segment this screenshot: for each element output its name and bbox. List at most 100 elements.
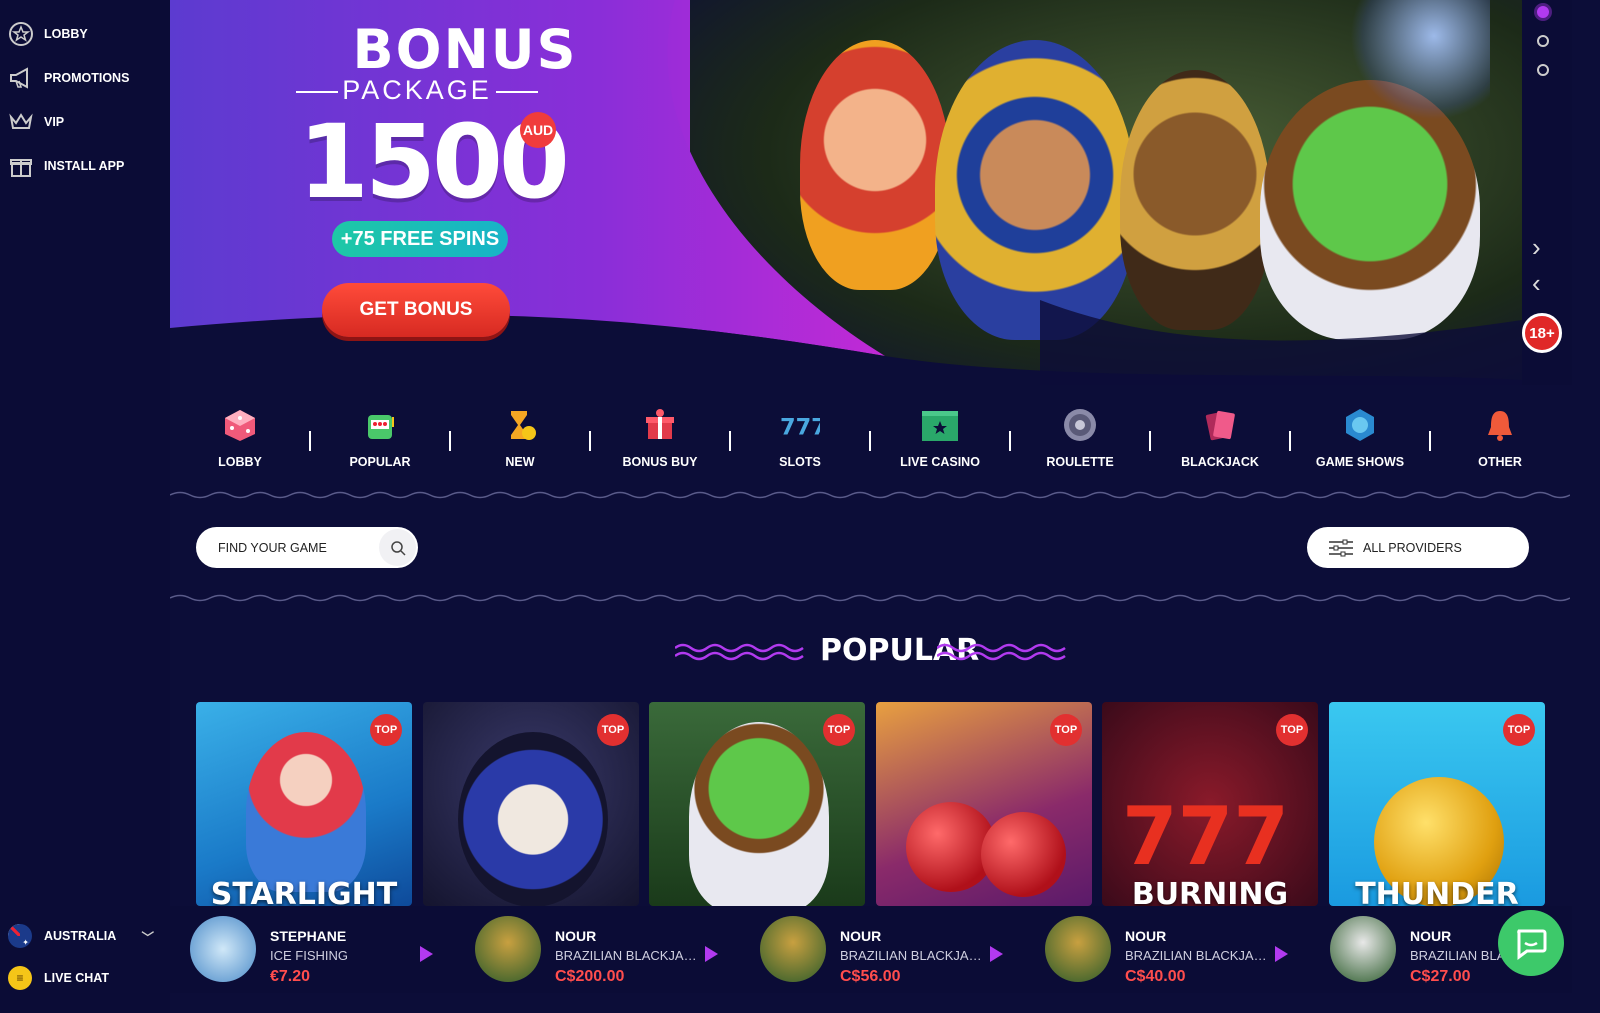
game-artwork xyxy=(689,722,829,906)
category-new[interactable]: NEW xyxy=(450,405,591,485)
winner-name: NOUR xyxy=(840,928,882,944)
live-chat-bubble[interactable] xyxy=(1498,910,1564,976)
top-badge: TOP xyxy=(823,714,855,746)
winner-game: BRAZILIAN BLACKJACK xyxy=(840,948,985,963)
game-name: BURNING xyxy=(1131,877,1289,906)
category-lobby[interactable]: LOBBY xyxy=(170,405,311,485)
game-thumbnail xyxy=(760,916,826,982)
game-thumbnail xyxy=(1045,916,1111,982)
winner-item[interactable]: NOUR BRAZILIAN BLACKJACK C$40.00 xyxy=(1025,916,1310,986)
top-badge: TOP xyxy=(1503,714,1535,746)
category-label: LOBBY xyxy=(218,455,262,469)
winner-item[interactable]: NOUR BRAZILIAN BLACKJACK C$200.00 xyxy=(455,916,740,986)
hero-subtitle: PACKAGE xyxy=(296,75,538,106)
top-badge: TOP xyxy=(370,714,402,746)
next-slide-arrow-icon[interactable]: › xyxy=(1532,232,1541,263)
cherry-right-artwork xyxy=(981,812,1066,897)
category-label: POPULAR xyxy=(349,455,411,469)
sidebar: LOBBY PROMOTIONS VIP INSTALL APP AUSTRAL… xyxy=(0,0,170,1013)
game-name: STARLIGHT xyxy=(210,877,398,906)
winner-amount: C$40.00 xyxy=(1125,968,1186,985)
game-card[interactable]: TOP THUNDER xyxy=(1329,702,1545,906)
winner-item[interactable]: STEPHANE ICE FISHING €7.20 xyxy=(170,916,455,986)
category-label: GAME SHOWS xyxy=(1315,455,1405,469)
search-icon[interactable] xyxy=(379,529,416,566)
hero-banner[interactable]: BONUS PACKAGE 1500 AUD +75 FREE SPINS GE… xyxy=(170,0,1522,385)
category-roulette[interactable]: ROULETTE xyxy=(1010,405,1151,485)
category-other[interactable]: OTHER xyxy=(1430,405,1570,485)
category-label: OTHER xyxy=(1478,455,1522,469)
gift-box-icon xyxy=(640,405,680,445)
game-card[interactable]: TOP STARLIGHT xyxy=(196,702,412,906)
game-name: THUNDER xyxy=(1355,877,1519,906)
winner-name: STEPHANE xyxy=(270,928,347,944)
category-label: ROULETTE xyxy=(1046,455,1114,469)
game-grid: TOP STARLIGHT TOP TOP TOP 777 TOP BURNIN… xyxy=(196,702,1546,906)
winner-name: NOUR xyxy=(555,928,597,944)
slide-dot-2[interactable] xyxy=(1537,35,1549,47)
sidebar-item-install-app[interactable]: INSTALL APP xyxy=(0,144,170,188)
play-icon[interactable] xyxy=(420,946,433,962)
category-live-casino[interactable]: LIVE CASINO xyxy=(870,405,1011,485)
category-bonus-buy[interactable]: BONUS BUY xyxy=(590,405,731,485)
play-icon[interactable] xyxy=(705,946,718,962)
play-icon[interactable] xyxy=(990,946,1003,962)
top-badge: TOP xyxy=(1276,714,1308,746)
winner-game: BRAZILIAN BLACKJACK xyxy=(555,948,700,963)
slot-machine-icon xyxy=(360,405,400,445)
country-selector[interactable]: AUSTRALIA ﹀ xyxy=(0,915,170,957)
dice-icon xyxy=(220,405,260,445)
category-label: BONUS BUY xyxy=(622,455,698,469)
category-slots[interactable]: 777 SLOTS xyxy=(730,405,871,485)
game-artwork xyxy=(458,732,608,906)
search-input[interactable] xyxy=(218,540,368,555)
category-label: LIVE CASINO xyxy=(900,455,980,469)
live-table-icon xyxy=(920,405,960,445)
live-chat-link[interactable]: ≡ LIVE CHAT xyxy=(0,957,170,999)
sidebar-item-label: INSTALL APP xyxy=(44,159,125,173)
all-providers-button[interactable]: ALL PROVIDERS xyxy=(1307,527,1529,568)
winner-amount: C$200.00 xyxy=(555,968,625,985)
category-popular[interactable]: POPULAR xyxy=(310,405,451,485)
game-card[interactable]: TOP xyxy=(423,702,639,906)
filter-sliders-icon xyxy=(1329,539,1353,556)
winner-amount: C$27.00 xyxy=(1410,968,1471,985)
wave-divider xyxy=(170,594,1570,602)
roulette-icon xyxy=(1060,405,1100,445)
hourglass-icon xyxy=(500,405,540,445)
gift-icon xyxy=(10,159,32,177)
sidebar-item-vip[interactable]: VIP xyxy=(0,100,170,144)
winner-amount: C$56.00 xyxy=(840,968,901,985)
sidebar-item-label: PROMOTIONS xyxy=(44,71,130,85)
wheel-icon xyxy=(1340,405,1380,445)
game-search[interactable] xyxy=(196,527,418,568)
country-label: AUSTRALIA xyxy=(44,929,117,943)
sidebar-item-promotions[interactable]: PROMOTIONS xyxy=(0,56,170,100)
crown-icon xyxy=(9,113,33,129)
get-bonus-button[interactable]: GET BONUS xyxy=(322,283,510,337)
game-thumbnail xyxy=(1330,916,1396,982)
slide-dot-1[interactable] xyxy=(1537,6,1549,18)
play-icon[interactable] xyxy=(1275,946,1288,962)
category-label: BLACKJACK xyxy=(1181,455,1259,469)
winner-name: NOUR xyxy=(1410,928,1452,944)
slide-dot-3[interactable] xyxy=(1537,64,1549,76)
top-badge: TOP xyxy=(597,714,629,746)
game-card[interactable]: 777 TOP BURNING xyxy=(1102,702,1318,906)
category-game-shows[interactable]: GAME SHOWS xyxy=(1290,405,1431,485)
sidebar-item-label: LOBBY xyxy=(44,27,88,41)
currency-badge: AUD xyxy=(520,112,556,148)
game-thumbnail xyxy=(475,916,541,982)
winner-name: NOUR xyxy=(1125,928,1167,944)
triple-seven-icon: 777 xyxy=(780,405,820,445)
prev-slide-arrow-icon[interactable]: ‹ xyxy=(1532,268,1541,299)
winner-item[interactable]: NOUR BRAZILIAN BLACKJACK C$56.00 xyxy=(740,916,1025,986)
australia-flag-icon xyxy=(8,924,32,948)
game-card[interactable]: TOP xyxy=(649,702,865,906)
category-label: SLOTS xyxy=(779,455,821,469)
sidebar-item-lobby[interactable]: LOBBY xyxy=(0,12,170,56)
game-card[interactable]: TOP xyxy=(876,702,1092,906)
category-blackjack[interactable]: BLACKJACK xyxy=(1150,405,1291,485)
chat-icon: ≡ xyxy=(8,966,32,990)
winner-amount: €7.20 xyxy=(270,968,311,985)
